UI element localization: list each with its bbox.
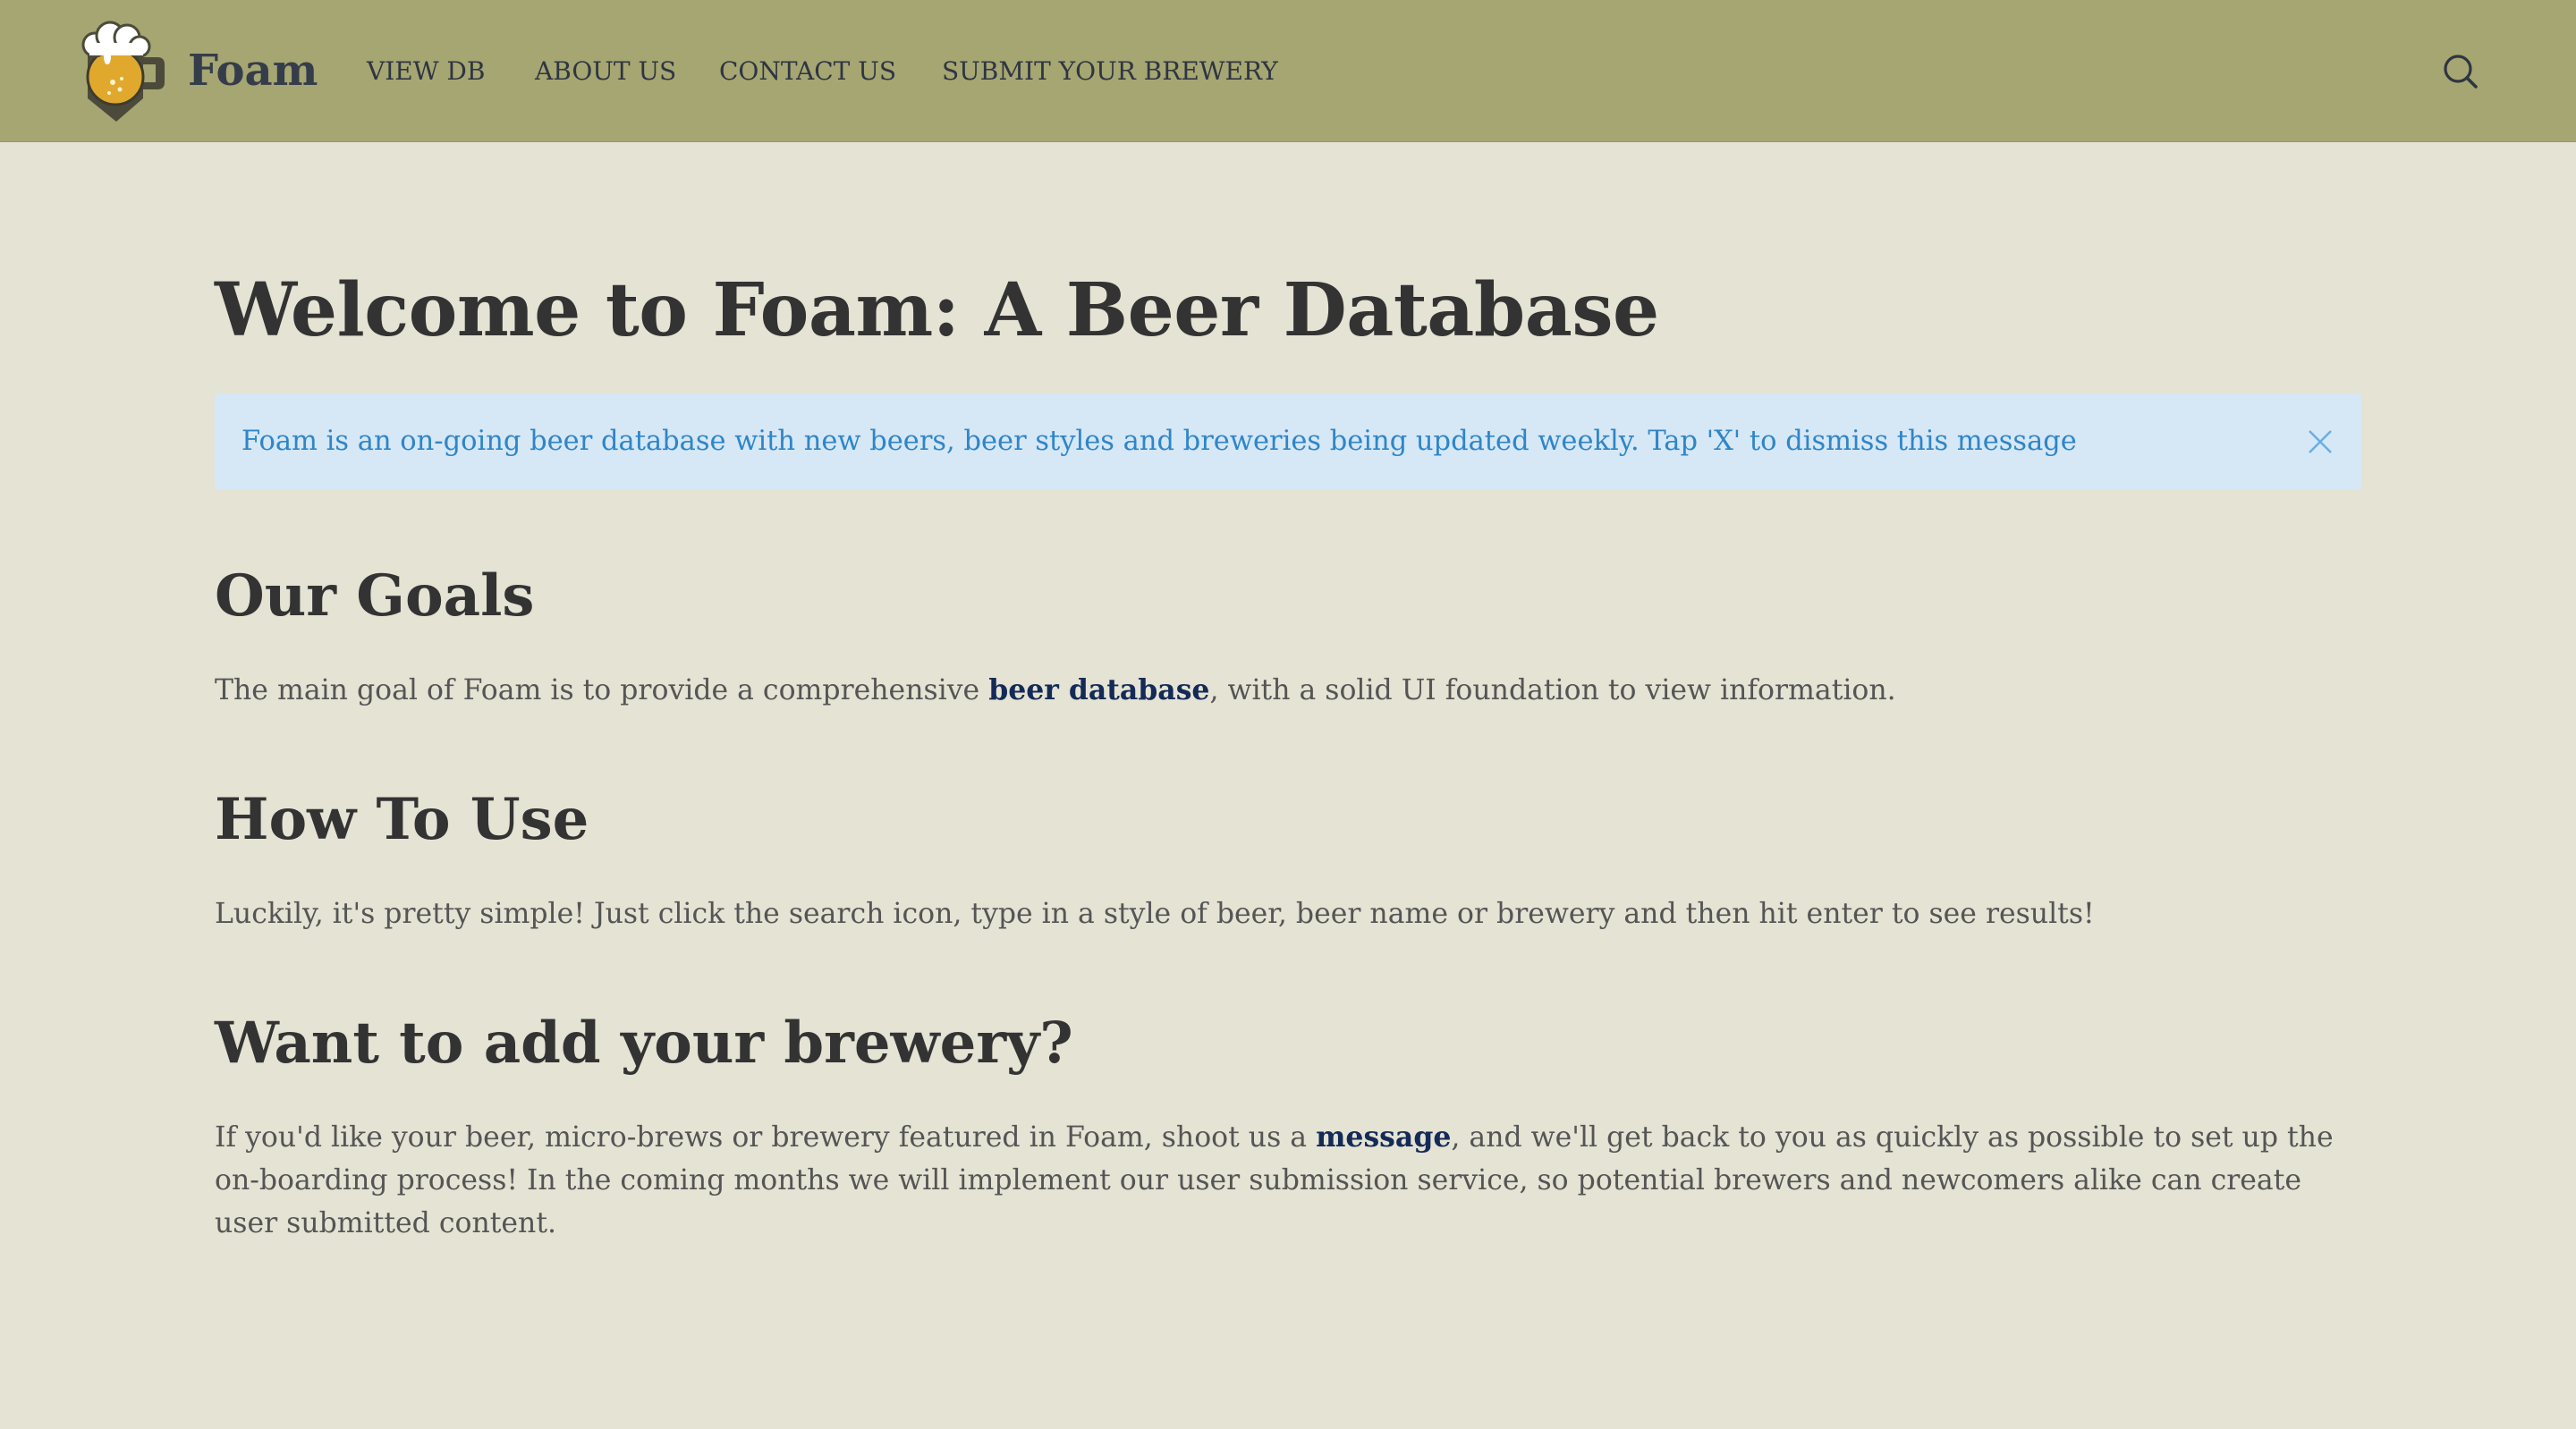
nav-item-about-us[interactable]: ABOUT US [535,49,676,94]
goals-text: The main goal of Foam is to provide a co… [215,669,2361,712]
how-to-use-text: Luckily, it's pretty simple! Just click … [215,898,2095,930]
notice-close-button[interactable] [2306,427,2334,456]
goals-text-end: , with a solid UI foundation to view inf… [1209,674,1896,706]
beer-mug-icon [81,21,165,122]
nav-item-submit-brewery[interactable]: SUBMIT YOUR BREWERY [942,49,1278,94]
search-button[interactable] [2438,50,2481,93]
goals-text-start: The main goal of Foam is to provide a co… [215,674,989,706]
add-brewery-text: If you'd like your beer, micro-brews or … [215,1116,2361,1245]
info-notice: Foam is an on-going beer database with n… [215,393,2361,490]
how-to-use-heading: How To Use [215,786,589,853]
brand-name[interactable]: Foam [188,39,318,102]
foam-logo[interactable] [68,16,174,125]
search-icon [2444,55,2478,89]
notice-text: Foam is an on-going beer database with n… [242,426,2077,457]
message-link[interactable]: message [1316,1120,1451,1154]
add-brewery-heading: Want to add your brewery? [215,1010,1073,1077]
nav-item-contact-us[interactable]: CONTACT US [719,49,896,94]
nav-item-view-db[interactable]: VIEW DB [367,49,485,94]
beer-database-link[interactable]: beer database [988,673,1209,706]
add-brewery-text-start: If you'd like your beer, micro-brews or … [215,1121,1317,1154]
close-icon [2309,430,2332,453]
goals-heading: Our Goals [215,562,535,630]
top-navbar: Foam VIEW DB ABOUT US CONTACT US SUBMIT … [0,0,2576,142]
page-title: Welcome to Foam: A Beer Database [215,267,1659,353]
